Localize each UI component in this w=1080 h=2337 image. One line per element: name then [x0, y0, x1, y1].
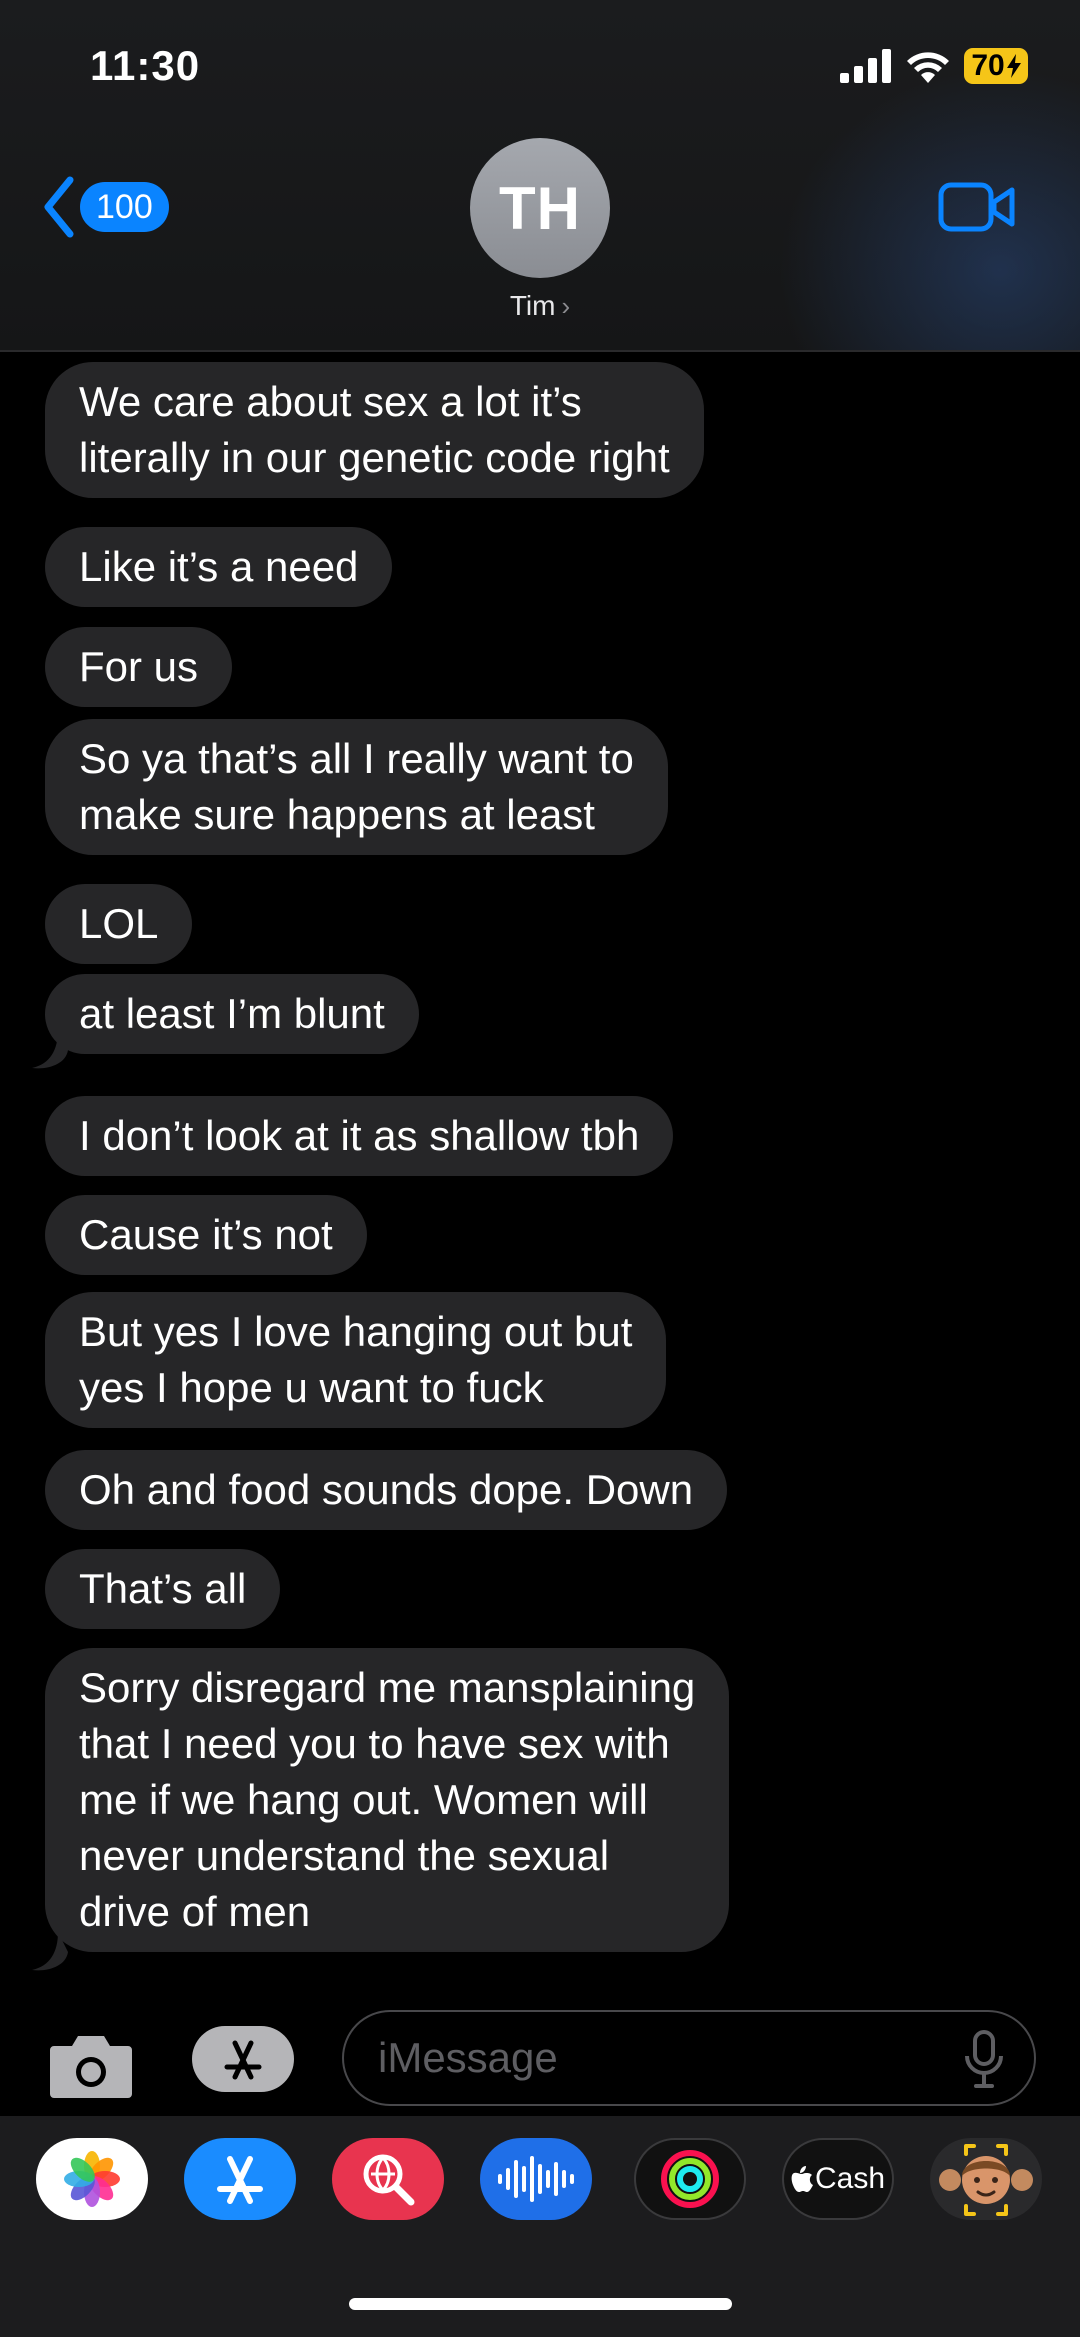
web-search-icon	[363, 2154, 415, 2206]
bubble-tail	[32, 1030, 68, 1069]
status-indicators: 70	[840, 48, 1028, 84]
message-bubble[interactable]: That’s all	[45, 1549, 281, 1629]
bubble-tail	[32, 1932, 68, 1971]
apple-cash-app-button[interactable]: Cash	[782, 2138, 894, 2220]
apple-cash-icon	[791, 2166, 813, 2192]
charging-bolt-icon	[1006, 54, 1021, 78]
home-indicator[interactable]	[349, 2298, 732, 2310]
conversation-header: 11:30 70 100 TH Tim ›	[0, 0, 1080, 352]
apple-cash-label: Cash	[814, 2162, 886, 2195]
facetime-video-icon[interactable]	[938, 180, 1016, 234]
audio-message-app-button[interactable]	[480, 2138, 592, 2220]
battery-level: 70	[971, 49, 1005, 82]
message-bubble[interactable]: We care about sex a lot it’s literally i…	[45, 362, 704, 498]
message-composer	[0, 2000, 1080, 2116]
message-bubble[interactable]: For us	[45, 627, 233, 707]
battery-indicator: 70	[964, 48, 1028, 84]
app-store-icon	[217, 2156, 263, 2204]
contact-avatar[interactable]: TH	[470, 138, 610, 278]
app-store-app-button[interactable]	[184, 2138, 296, 2220]
cellular-signal-icon	[840, 49, 891, 83]
activity-icon	[661, 2150, 719, 2208]
unread-count-badge: 100	[80, 182, 169, 232]
message-bubble[interactable]: Cause it’s not	[45, 1195, 367, 1275]
message-bubble[interactable]: So ya that’s all I really want to make s…	[45, 719, 668, 855]
message-bubble[interactable]: Sorry disregard me mansplaining that I n…	[45, 1648, 730, 1952]
memoji-icon	[939, 2144, 1033, 2216]
status-time: 11:30	[90, 42, 201, 89]
photos-app-button[interactable]	[36, 2138, 148, 2220]
imessage-input-field[interactable]	[342, 2010, 1036, 2106]
photos-icon	[64, 2151, 120, 2207]
microphone-icon[interactable]	[964, 2030, 1004, 2088]
web-search-app-button[interactable]	[332, 2138, 444, 2220]
message-bubble[interactable]: But yes I love hanging out but yes I hop…	[45, 1292, 667, 1428]
wifi-icon	[907, 52, 949, 83]
message-bubble[interactable]: LOL	[45, 884, 193, 964]
message-list[interactable]: We care about sex a lot it’s literally i…	[0, 352, 1080, 1992]
app-store-button[interactable]	[192, 2026, 294, 2092]
contact-name: Tim	[509, 290, 556, 321]
message-bubble[interactable]: at least I’m blunt	[45, 974, 419, 1054]
message-bubble[interactable]: Like it’s a need	[45, 527, 393, 607]
message-bubble[interactable]: Oh and food sounds dope. Down	[45, 1450, 728, 1530]
back-button[interactable]: 100	[42, 176, 169, 238]
chevron-right-icon: ›	[561, 291, 571, 321]
imessage-input[interactable]	[378, 2034, 938, 2082]
activity-app-button[interactable]	[634, 2138, 746, 2220]
memoji-app-button[interactable]	[930, 2138, 1042, 2220]
camera-icon[interactable]	[48, 2030, 134, 2100]
message-bubble[interactable]: I don’t look at it as shallow tbh	[45, 1096, 674, 1176]
audio-message-icon	[498, 2156, 574, 2202]
contact-name-button[interactable]: Tim ›	[0, 290, 1080, 322]
app-store-icon	[224, 2040, 262, 2080]
chevron-left-icon	[44, 176, 74, 238]
